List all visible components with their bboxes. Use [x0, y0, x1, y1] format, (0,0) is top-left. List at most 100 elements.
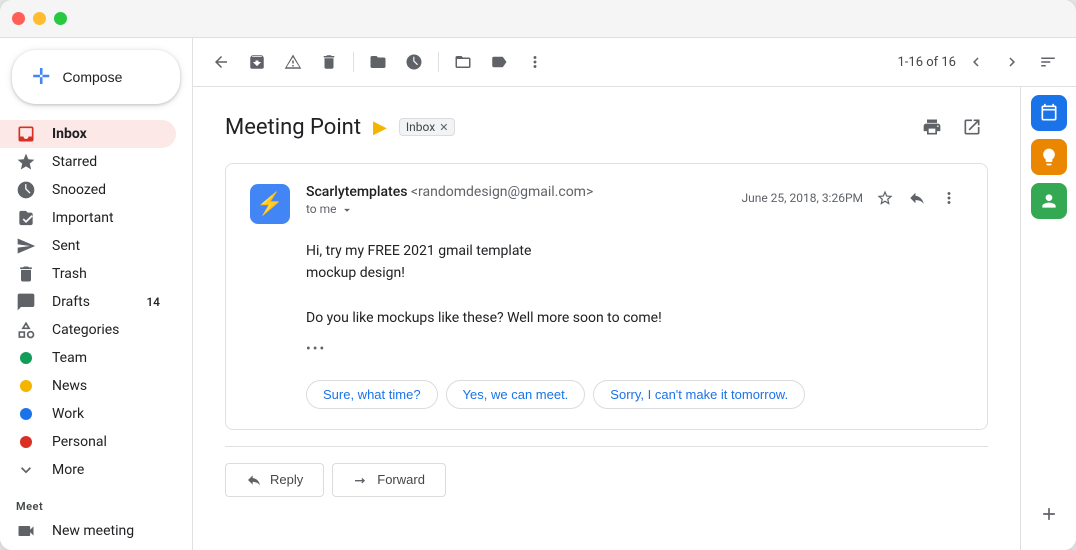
sidebar-item-join-meeting[interactable]: Join a meeting [0, 545, 176, 550]
sidebar-item-categories-label: Categories [52, 322, 160, 338]
email-body-line1: Hi, try my FREE 2021 gmail template [306, 240, 963, 262]
video-icon [16, 521, 36, 541]
email-body-line2: mockup design! [306, 262, 963, 284]
folder-button[interactable] [447, 46, 479, 78]
sender-name: Scarlytemplates <randomdesign@gmail.com> [306, 184, 725, 200]
sidebar-item-drafts-label: Drafts [52, 294, 130, 310]
reply-button[interactable]: Reply [225, 463, 324, 497]
news-dot-icon [16, 376, 36, 396]
sidebar-item-snoozed-label: Snoozed [52, 182, 160, 198]
thread-header: Meeting Point ▶ Inbox ✕ [225, 111, 988, 143]
email-body: Hi, try my FREE 2021 gmail template mock… [250, 240, 963, 360]
personal-dot-icon [16, 432, 36, 452]
sidebar-item-starred[interactable]: Starred [0, 148, 176, 176]
sidebar-item-trash[interactable]: Trash [0, 260, 176, 288]
sidebar-item-sent-label: Sent [52, 238, 160, 254]
toolbar-separator-2 [438, 52, 439, 72]
sidebar-item-categories[interactable]: Categories [0, 316, 176, 344]
sidebar-item-drafts[interactable]: Drafts 14 [0, 288, 176, 316]
drafts-badge: 14 [146, 295, 160, 309]
more-email-button[interactable] [935, 184, 963, 212]
archive-button[interactable] [241, 46, 273, 78]
email-thread: Meeting Point ▶ Inbox ✕ [193, 87, 1020, 550]
inbox-tag-close[interactable]: ✕ [439, 121, 448, 134]
next-page-button[interactable] [996, 46, 1028, 78]
reply-quick-button[interactable] [903, 184, 931, 212]
sidebar-item-work-label: Work [52, 406, 160, 422]
inbox-tag-label: Inbox [406, 120, 435, 134]
email-body-line3: Do you like mockups like these? Well mor… [306, 307, 963, 329]
sidebar-item-news-label: News [52, 378, 160, 394]
sidebar-item-important-label: Important [52, 210, 160, 226]
sidebar-item-snoozed[interactable]: Snoozed [0, 176, 176, 204]
email-meta: ⚡ Scarlytemplates <randomdesign@gmail.co… [250, 184, 963, 224]
send-icon [16, 236, 36, 256]
google-keep-button[interactable] [1031, 139, 1067, 175]
right-panel: 1-16 of 16 Meeting Po [192, 38, 1076, 550]
app-window: ✛ Compose Inbox Starred [0, 0, 1076, 550]
forward-arrow-icon: ▶ [373, 117, 387, 138]
meet-section-label: Meet [0, 484, 192, 517]
smart-reply-1[interactable]: Sure, what time? [306, 380, 438, 409]
clock-icon [16, 180, 36, 200]
toolbar: 1-16 of 16 [193, 38, 1076, 87]
sidebar-item-sent[interactable]: Sent [0, 232, 176, 260]
smart-reply-3[interactable]: Sorry, I can't make it tomorrow. [593, 380, 805, 409]
drafts-icon [16, 292, 36, 312]
prev-page-button[interactable] [960, 46, 992, 78]
team-dot-icon [16, 348, 36, 368]
avatar-icon: ⚡ [256, 192, 283, 217]
sidebar-item-team[interactable]: Team [0, 344, 176, 372]
spam-button[interactable] [277, 46, 309, 78]
sidebar-item-personal[interactable]: Personal [0, 428, 176, 456]
more-toolbar-button[interactable] [519, 46, 551, 78]
inbox-tag: Inbox ✕ [399, 118, 456, 136]
delete-button[interactable] [313, 46, 345, 78]
sender-avatar: ⚡ [250, 184, 290, 224]
sender-info: Scarlytemplates <randomdesign@gmail.com>… [306, 184, 725, 217]
sidebar-item-important[interactable]: Important [0, 204, 176, 232]
back-button[interactable] [205, 46, 237, 78]
add-app-button[interactable] [1029, 494, 1069, 534]
sidebar-item-starred-label: Starred [52, 154, 160, 170]
open-new-window-button[interactable] [956, 111, 988, 143]
app-body: ✛ Compose Inbox Starred [0, 38, 1076, 550]
email-actions [871, 184, 963, 212]
chevron-down-icon [16, 460, 36, 480]
to-line[interactable]: to me [306, 202, 725, 217]
star-email-button[interactable] [871, 184, 899, 212]
view-options-button[interactable] [1032, 46, 1064, 78]
toolbar-separator-1 [353, 52, 354, 72]
maximize-button[interactable] [54, 12, 67, 25]
move-button[interactable] [362, 46, 394, 78]
snooze-button[interactable] [398, 46, 430, 78]
thread-title: Meeting Point [225, 115, 361, 140]
close-button[interactable] [12, 12, 25, 25]
sidebar-item-new-meeting[interactable]: New meeting [0, 517, 176, 545]
email-ellipsis: ••• [306, 338, 963, 360]
star-icon [16, 152, 36, 172]
inbox-icon [16, 124, 36, 144]
thread-header-actions [916, 111, 988, 143]
sidebar-item-new-meeting-label: New meeting [52, 523, 160, 539]
category-icon [16, 320, 36, 340]
print-button[interactable] [916, 111, 948, 143]
sidebar-item-inbox[interactable]: Inbox [0, 120, 176, 148]
smart-reply-2[interactable]: Yes, we can meet. [446, 380, 586, 409]
google-calendar-button[interactable] [1031, 95, 1067, 131]
contacts-button[interactable] [1031, 183, 1067, 219]
sidebar-item-work[interactable]: Work [0, 400, 176, 428]
reply-divider [225, 446, 988, 447]
compose-button[interactable]: ✛ Compose [12, 50, 180, 104]
email-card: ⚡ Scarlytemplates <randomdesign@gmail.co… [225, 163, 988, 430]
forward-button[interactable]: Forward [332, 463, 446, 497]
minimize-button[interactable] [33, 12, 46, 25]
work-dot-icon [16, 404, 36, 424]
sidebar-item-more[interactable]: More [0, 456, 176, 484]
label-button[interactable] [483, 46, 515, 78]
sidebar-item-more-label: More [52, 462, 160, 478]
sidebar-item-personal-label: Personal [52, 434, 160, 450]
email-timestamp: June 25, 2018, 3:26PM [741, 184, 963, 212]
sidebar-item-news[interactable]: News [0, 372, 176, 400]
toolbar-right: 1-16 of 16 [897, 46, 1064, 78]
